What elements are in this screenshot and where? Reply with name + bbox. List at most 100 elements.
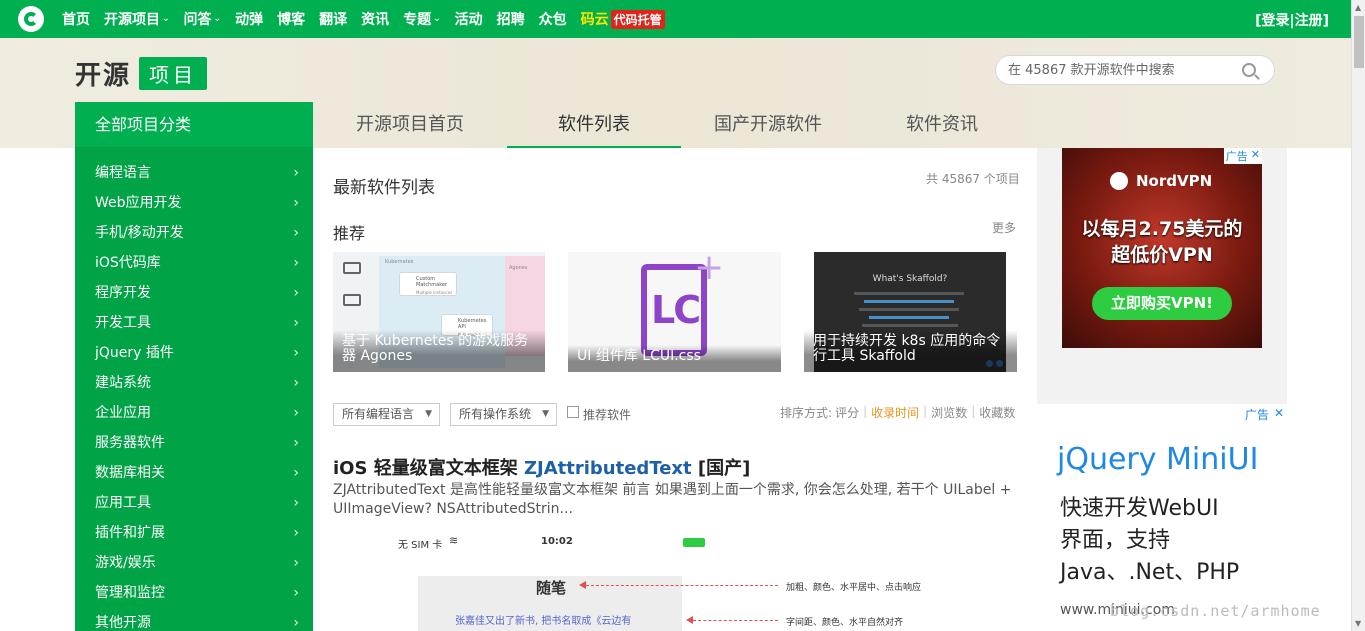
chevron-right-icon: › bbox=[293, 225, 299, 241]
nav-item-label: 问答 bbox=[183, 12, 212, 28]
tab-domestic-software[interactable]: 国产开源软件 bbox=[681, 102, 855, 148]
recommend-checkbox-label[interactable]: 推荐软件 bbox=[583, 406, 631, 423]
ad-close-icon[interactable]: ✕ bbox=[1251, 148, 1260, 164]
tab-software-list[interactable]: 软件列表 bbox=[507, 102, 681, 148]
search-box bbox=[995, 55, 1275, 85]
sidebar-category-label: 应用工具 bbox=[95, 495, 151, 511]
article-title-link[interactable]: ZJAttributedText bbox=[524, 458, 692, 479]
nav-menu: 首页 开源项目 ⌄ 问答 ⌄ 动弹 博客 翻译 资讯 专题 ⌄ 活动 招聘 众包 bbox=[62, 9, 581, 29]
sidebar-header[interactable]: 全部项目分类 bbox=[75, 102, 313, 148]
ad-close-icon[interactable]: ✕ bbox=[1274, 406, 1284, 423]
nav-item[interactable]: 翻译 bbox=[319, 9, 347, 29]
sidebar-category-item[interactable]: Web应用开发 › bbox=[75, 188, 313, 218]
dropdown-arrow-icon: ▼ bbox=[425, 409, 432, 419]
article-title-prefix[interactable]: iOS 轻量级富文本框架 bbox=[333, 458, 518, 479]
nav-item[interactable]: 动弹 bbox=[235, 9, 263, 29]
recommend-checkbox[interactable] bbox=[567, 406, 579, 418]
sidebar-category-label: iOS代码库 bbox=[95, 255, 161, 271]
search-icon[interactable] bbox=[1242, 63, 1256, 77]
nav-item[interactable]: 招聘 bbox=[497, 9, 525, 29]
sidebar-category-label: 管理和监控 bbox=[95, 585, 165, 601]
miniui-line: 快速开发WebUI bbox=[1060, 496, 1219, 521]
sidebar-category-item[interactable]: 建站系统 › bbox=[75, 368, 313, 398]
chevron-down-icon: ⌄ bbox=[213, 14, 222, 24]
sidebar-category-item[interactable]: 数据库相关 › bbox=[75, 458, 313, 488]
sidebar-category-label: 插件和扩展 bbox=[95, 525, 165, 541]
section-brand: 开源 项目 bbox=[75, 55, 208, 92]
sidebar-category-item[interactable]: iOS代码库 › bbox=[75, 248, 313, 278]
nordvpn-ad[interactable]: 广告 ✕ NordVPN 以每月2.75美元的 超低价VPN 立即购买VPN! bbox=[1062, 148, 1262, 348]
recommend-card-agones[interactable]: Kubernetes Agones Custom Matchmaker Mult… bbox=[333, 252, 545, 372]
miniui-headline: jQuery MiniUI bbox=[1057, 442, 1259, 477]
brand-badge: 项目 bbox=[139, 57, 208, 90]
buy-vpn-button[interactable]: 立即购买VPN! bbox=[1092, 287, 1232, 320]
sidebar-category-item[interactable]: 开发工具 › bbox=[75, 308, 313, 338]
laptop-icon bbox=[343, 294, 361, 306]
scroll-up-icon[interactable]: ▲ bbox=[1355, 3, 1361, 12]
os-filter-select[interactable]: 所有操作系统 ▼ bbox=[450, 403, 557, 426]
card-caption: 基于 Kubernetes 的游戏服务器 Agones bbox=[333, 330, 545, 372]
sidebar-category-label: 企业应用 bbox=[95, 405, 151, 421]
recommend-card-lcui[interactable]: LC + UI 组件库 LCUI.css bbox=[568, 252, 781, 372]
nav-item[interactable]: 博客 bbox=[277, 9, 305, 29]
miniui-line: 界面，支持 bbox=[1060, 528, 1171, 553]
mock-carrier: 无 SIM 卡 bbox=[398, 540, 443, 551]
chevron-right-icon: › bbox=[293, 435, 299, 451]
sidebar-category-item[interactable]: 企业应用 › bbox=[75, 398, 313, 428]
nav-item[interactable]: 问答 ⌄ bbox=[184, 9, 222, 29]
page-scrollbar[interactable]: ▲ ▼ bbox=[1351, 0, 1365, 631]
nav-item-label: 开源项目 bbox=[104, 12, 160, 28]
mock-time: 10:02 bbox=[541, 536, 573, 547]
ad-badge: 广告 ✕ bbox=[1223, 148, 1262, 164]
nav-item[interactable]: 活动 bbox=[455, 9, 483, 29]
miniui-ad[interactable]: 广告 ✕ jQuery MiniUI 快速开发WebUI 界面，支持 Java、… bbox=[1037, 404, 1287, 631]
sidebar-category-item[interactable]: 服务器软件 › bbox=[75, 428, 313, 458]
nav-item-label: 首页 bbox=[62, 12, 90, 28]
more-link[interactable]: 更多 bbox=[992, 219, 1016, 236]
sidebar-category-label: 开发工具 bbox=[95, 315, 151, 331]
sidebar-category-item[interactable]: 插件和扩展 › bbox=[75, 518, 313, 548]
ad-headline: 以每月2.75美元的 bbox=[1081, 218, 1243, 240]
nav-item[interactable]: 首页 bbox=[62, 9, 90, 29]
diagram-box-label: Kubernetes API bbox=[458, 318, 487, 330]
sidebar-category-item[interactable]: 程序开发 › bbox=[75, 278, 313, 308]
chevron-right-icon: › bbox=[293, 585, 299, 601]
sidebar-category-item[interactable]: 其他开源 › bbox=[75, 608, 313, 631]
sort-by-views[interactable]: 浏览数 bbox=[931, 404, 967, 421]
chevron-right-icon: › bbox=[293, 195, 299, 211]
article-title: iOS 轻量级富文本框架 ZJAttributedText [国产] bbox=[333, 454, 750, 480]
language-filter-select[interactable]: 所有编程语言 ▼ bbox=[333, 403, 440, 426]
chevron-right-icon: › bbox=[293, 285, 299, 301]
sidebar-category-label: 手机/移动开发 bbox=[95, 225, 184, 241]
sidebar-category-item[interactable]: 管理和监控 › bbox=[75, 578, 313, 608]
scroll-down-icon[interactable]: ▼ bbox=[1355, 619, 1361, 628]
nav-mayun-link[interactable]: 码云 bbox=[581, 9, 609, 29]
sidebar-category-item[interactable]: 编程语言 › bbox=[75, 158, 313, 188]
nav-item[interactable]: 开源项目 ⌄ bbox=[104, 9, 170, 29]
login-register-link[interactable]: [登录|注册] bbox=[1255, 10, 1329, 30]
sidebar-category-item[interactable]: 应用工具 › bbox=[75, 488, 313, 518]
sort-by-rating[interactable]: 评分 bbox=[835, 404, 859, 421]
search-input[interactable] bbox=[1008, 62, 1234, 78]
sort-by-time[interactable]: 收录时间 bbox=[871, 404, 919, 421]
nav-item[interactable]: 专题 ⌄ bbox=[403, 9, 441, 29]
sort-by-favorites[interactable]: 收藏数 bbox=[979, 404, 1015, 421]
sort-separator: | bbox=[863, 404, 868, 418]
os-filter-value: 所有操作系统 bbox=[459, 407, 532, 421]
article-description: ZJAttributedText 是高性能轻量级富文本框架 前言 如果遇到上面一… bbox=[333, 482, 1012, 517]
nordvpn-logo-icon bbox=[1110, 172, 1128, 190]
nav-item-label: 翻译 bbox=[319, 12, 348, 28]
scrollbar-thumb[interactable] bbox=[1354, 16, 1364, 68]
oschina-logo[interactable] bbox=[18, 6, 44, 32]
nav-item[interactable]: 资讯 bbox=[361, 9, 389, 29]
sort-label: 排序方式: bbox=[780, 406, 833, 420]
nav-code-hosting-badge[interactable]: 代码托管 bbox=[610, 9, 665, 29]
tab-software-news[interactable]: 软件资讯 bbox=[855, 102, 1029, 148]
nav-item[interactable]: 众包 bbox=[539, 9, 567, 29]
chevron-down-icon: ⌄ bbox=[162, 14, 170, 24]
tab-project-home[interactable]: 开源项目首页 bbox=[313, 102, 507, 148]
sidebar-category-item[interactable]: 游戏/娱乐 › bbox=[75, 548, 313, 578]
sidebar-category-item[interactable]: jQuery 插件 › bbox=[75, 338, 313, 368]
recommend-card-skaffold[interactable]: What's Skaffold? 用于持续开发 k8s 应用的命令行工具 Ska… bbox=[804, 252, 1017, 372]
sidebar-category-item[interactable]: 手机/移动开发 › bbox=[75, 218, 313, 248]
